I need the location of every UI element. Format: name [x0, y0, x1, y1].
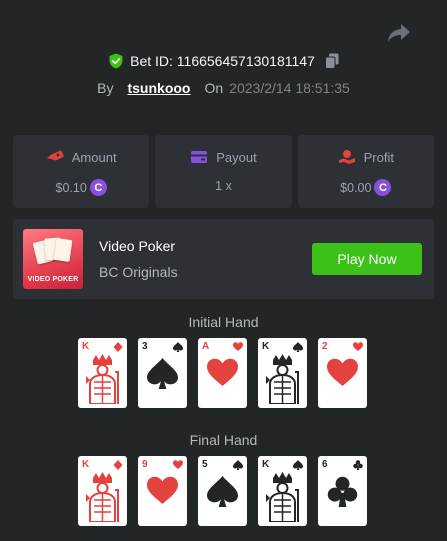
club-icon	[327, 476, 358, 507]
heart-icon	[233, 342, 243, 351]
final-hand-card-1: K	[78, 456, 127, 526]
payout-stat: Payout 1 x	[155, 135, 292, 208]
heart-icon	[173, 460, 183, 469]
initial-hand-card-1: K	[78, 338, 127, 408]
card-rank: 9	[142, 459, 148, 470]
king-figure-icon	[266, 354, 299, 404]
final-hand-card-5: 6	[318, 456, 367, 526]
king-figure-icon	[266, 472, 299, 522]
final-hand-title: Final Hand	[189, 432, 258, 448]
initial-hand: K 3 A K 2	[78, 338, 368, 408]
bet-stats: Amount $0.10 C Payout 1 x Profit $0.00 C	[13, 135, 434, 208]
by-label: By	[97, 80, 114, 96]
verified-shield-icon	[109, 53, 123, 69]
initial-hand-card-2: 3	[138, 338, 187, 408]
heart-icon	[353, 342, 363, 351]
game-provider: BC Originals	[99, 264, 178, 280]
heart-icon	[327, 358, 358, 386]
bet-id: Bet ID: 116656457130181147	[130, 53, 315, 69]
video-poker-thumbnail[interactable]: VIDEO POKER	[23, 229, 83, 289]
copy-icon[interactable]	[324, 53, 339, 69]
game-name: Video Poker	[99, 238, 176, 254]
final-hand: K 9 5 K 6	[78, 456, 368, 526]
profit-icon	[338, 150, 355, 164]
payout-label: Payout	[216, 149, 257, 165]
card-rank: K	[82, 459, 90, 470]
king-figure-icon	[86, 354, 119, 404]
spade-icon	[233, 460, 243, 470]
spade-icon	[293, 460, 303, 470]
thumbnail-label: VIDEO POKER	[27, 276, 79, 283]
heart-icon	[147, 476, 178, 504]
coin-icon: C	[374, 179, 392, 196]
game-panel: VIDEO POKER Video Poker BC Originals Pla…	[13, 219, 434, 299]
initial-hand-card-4: K	[258, 338, 307, 408]
diamond-icon	[113, 342, 123, 352]
profit-label: Profit	[363, 149, 394, 165]
card-rank: 2	[322, 341, 328, 352]
initial-hand-card-3: A	[198, 338, 247, 408]
card-rank: K	[82, 341, 90, 352]
card-rank: K	[262, 459, 270, 470]
wallet-icon	[191, 151, 208, 163]
on-label: On	[204, 80, 224, 96]
card-rank: A	[202, 341, 210, 352]
amount-label: Amount	[71, 149, 117, 165]
initial-hand-title: Initial Hand	[188, 314, 259, 330]
username-link[interactable]: tsunkooo	[127, 80, 190, 96]
share-icon[interactable]	[387, 22, 411, 44]
bet-meta-row: By tsunkooo On 2023/2/14 18:51:35	[0, 80, 447, 96]
coin-icon: C	[89, 179, 107, 196]
initial-hand-card-5: 2	[318, 338, 367, 408]
diamond-icon	[113, 460, 123, 470]
amount-value: $0.10	[55, 180, 87, 195]
card-rank: K	[262, 341, 270, 352]
final-hand-card-3: 5	[198, 456, 247, 526]
spade-icon	[173, 342, 183, 352]
card-rank: 6	[322, 459, 328, 470]
card-rank: 3	[142, 341, 148, 352]
bet-date: 2023/2/14 18:51:35	[229, 80, 350, 96]
amount-stat: Amount $0.10 C	[13, 135, 150, 208]
final-hand-card-2: 9	[138, 456, 187, 526]
payout-value: 1 x	[215, 179, 232, 193]
spade-icon	[147, 358, 178, 389]
king-figure-icon	[86, 472, 119, 522]
profit-stat: Profit $0.00 C	[297, 135, 434, 208]
spade-icon	[207, 476, 238, 507]
club-icon	[353, 460, 363, 470]
heart-icon	[207, 358, 238, 386]
amount-icon	[46, 150, 64, 161]
card-rank: 5	[202, 459, 208, 470]
spade-icon	[293, 342, 303, 352]
bet-id-row: Bet ID: 116656457130181147	[0, 53, 447, 69]
profit-value: $0.00	[340, 180, 372, 195]
play-now-button[interactable]: Play Now	[312, 243, 422, 275]
final-hand-card-4: K	[258, 456, 307, 526]
